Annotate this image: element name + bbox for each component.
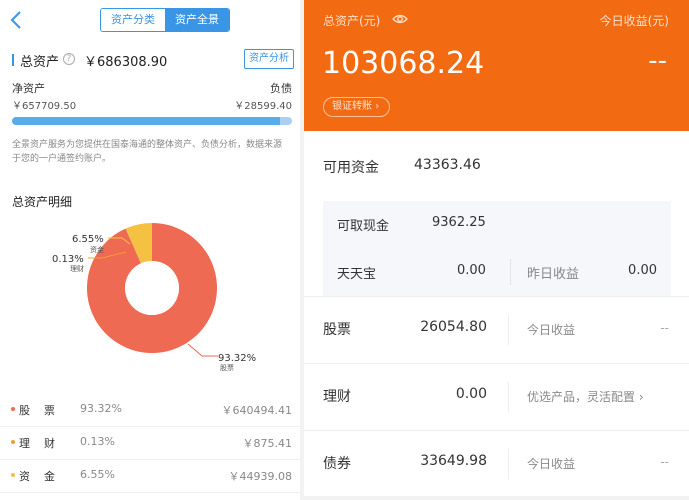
today-income-value: -- (660, 455, 669, 469)
total-assets-value: 103068.24 (322, 46, 485, 81)
list-item[interactable]: 资金 6.55% ￥44939.08 (0, 460, 300, 493)
help-question-icon[interactable]: ? (63, 53, 75, 65)
holding-name: 理财 (323, 389, 351, 405)
leader-line-stock (187, 343, 218, 357)
available-funds-label: 可用资金 (323, 160, 379, 176)
donut-label-cash-name: 资金 (90, 245, 104, 254)
asset-amount: ￥44939.08 (228, 470, 293, 483)
view-segment-control: 资产分类 资产全景 (100, 8, 230, 32)
service-description: 全景资产服务为您提供在国泰海通的整体资产、负债分析，数据来源于您的一户通签约账户… (12, 140, 283, 164)
asset-overview-panel: 资产分类 资产全景 总资产 ? ￥686308.90 资产分析 净资产 负债 ￥… (0, 0, 300, 500)
chevron-right-icon: › (375, 101, 380, 112)
list-item[interactable]: 股票 93.32% ￥640494.41 (0, 394, 300, 427)
today-income-value: -- (648, 46, 667, 76)
asset-percent: 0.13% (80, 435, 115, 448)
tab-asset-category[interactable]: 资产分类 (101, 9, 165, 31)
total-assets-row: 总资产 ? ￥686308.90 资产分析 (12, 49, 294, 70)
available-funds-value: 43363.46 (414, 157, 481, 173)
asset-breakdown-title: 总资产明细 (12, 195, 73, 209)
net-assets-value: ￥657709.50 (12, 101, 77, 112)
account-assets-panel: 总资产(元) 今日收益(元) 103068.24 -- 银证转账 › 可用资金 … (304, 0, 689, 500)
bullet-dot-icon (11, 440, 15, 444)
asset-name: 资金 (19, 470, 69, 483)
today-income-label: 今日收益 (527, 457, 576, 471)
total-assets-label: 总资产 (20, 55, 60, 70)
table-row[interactable]: 债券 33649.98 今日收益 -- (304, 430, 689, 496)
featured-products-label: 优选产品，灵活配置 (527, 390, 636, 404)
asset-analysis-button[interactable]: 资产分析 (244, 49, 294, 69)
funds-detail-box: 可取现金 9362.25 天天宝 0.00 昨日收益 0.00 (323, 201, 671, 296)
donut-label-stock-name: 股票 (220, 364, 234, 372)
bullet-dot-icon (11, 407, 15, 411)
table-row[interactable]: 理财 0.00 优选产品，灵活配置 › (304, 363, 689, 429)
donut-label-wealth-pct: 0.13% (52, 254, 84, 265)
holding-name: 股票 (323, 322, 351, 338)
tiantianbao-label[interactable]: 天天宝 (337, 263, 376, 282)
bottom-divider (304, 496, 689, 500)
asset-list: 股票 93.32% ￥640494.41 理财 0.13% ￥875.41 资金… (0, 394, 300, 493)
asset-name: 股票 (19, 404, 69, 417)
holding-amount: 0.00 (455, 386, 487, 402)
total-assets-label: 总资产(元) (323, 14, 381, 28)
bullet-dot-icon (11, 473, 15, 477)
asset-amount: ￥875.41 (242, 437, 293, 450)
holding-amount: 33649.98 (420, 453, 487, 469)
assets-header: 总资产(元) 今日收益(元) 103068.24 -- 银证转账 › (304, 0, 689, 131)
asset-name: 理财 (19, 437, 69, 450)
column-divider (508, 382, 509, 412)
donut-label-stock-pct: 93.32% (218, 353, 256, 364)
net-assets-fill (12, 117, 281, 125)
today-income-label: 今日收益 (527, 323, 576, 337)
net-vs-liability-bar (12, 117, 292, 125)
section-accent-bar (12, 54, 14, 66)
eye-icon[interactable] (392, 13, 408, 25)
donut-label-cash-pct: 6.55% (72, 234, 104, 245)
withdrawable-cash-label: 可取现金 (337, 219, 390, 234)
bank-securities-transfer-button[interactable]: 银证转账 › (323, 97, 390, 117)
total-assets-value: ￥686308.90 (84, 55, 168, 70)
column-divider (508, 449, 509, 479)
column-divider (510, 259, 511, 285)
asset-donut-chart: 6.55% 资金 0.13% 理财 93.32% 股票 (52, 223, 256, 372)
yesterday-income-label: 昨日收益 (527, 267, 580, 282)
donut-label-wealth-name: 理财 (70, 264, 84, 273)
featured-products-link[interactable]: 优选产品，灵活配置 › (527, 388, 644, 405)
asset-amount: ￥640494.41 (221, 404, 293, 417)
today-income-label: 今日收益(元) (599, 14, 669, 28)
column-divider (508, 315, 509, 345)
holding-amount: 26054.80 (420, 319, 487, 335)
asset-percent: 6.55% (80, 468, 115, 481)
yesterday-income-value: 0.00 (628, 263, 657, 278)
liabilities-value: ￥28599.40 (234, 101, 292, 112)
liabilities-label: 负债 (270, 82, 292, 95)
transfer-button-label: 银证转账 (332, 101, 372, 112)
donut-hole (125, 261, 179, 315)
today-income-value: -- (660, 321, 669, 335)
withdrawable-cash-value: 9362.25 (432, 215, 486, 230)
asset-percent: 93.32% (80, 402, 122, 415)
table-row[interactable]: 股票 26054.80 今日收益 -- (304, 296, 689, 362)
net-assets-label: 净资产 (12, 82, 45, 95)
tiantianbao-value: 0.00 (457, 263, 486, 278)
chevron-right-icon: › (638, 390, 644, 404)
list-item[interactable]: 理财 0.13% ￥875.41 (0, 427, 300, 460)
tab-asset-panorama[interactable]: 资产全景 (165, 9, 229, 31)
holding-name: 债券 (323, 456, 351, 472)
back-chevron-icon[interactable] (8, 9, 26, 31)
